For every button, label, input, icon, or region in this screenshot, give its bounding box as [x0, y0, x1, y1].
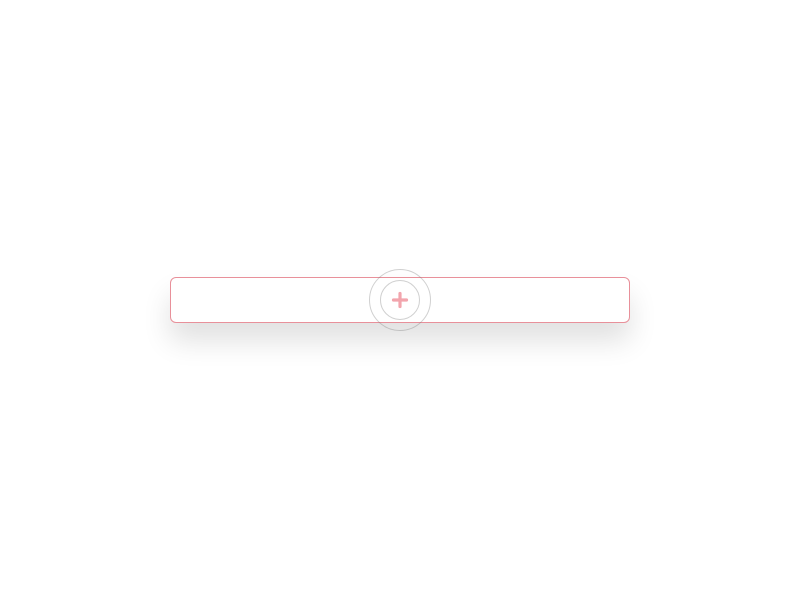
- add-button[interactable]: [170, 277, 630, 323]
- plus-icon: [391, 291, 409, 309]
